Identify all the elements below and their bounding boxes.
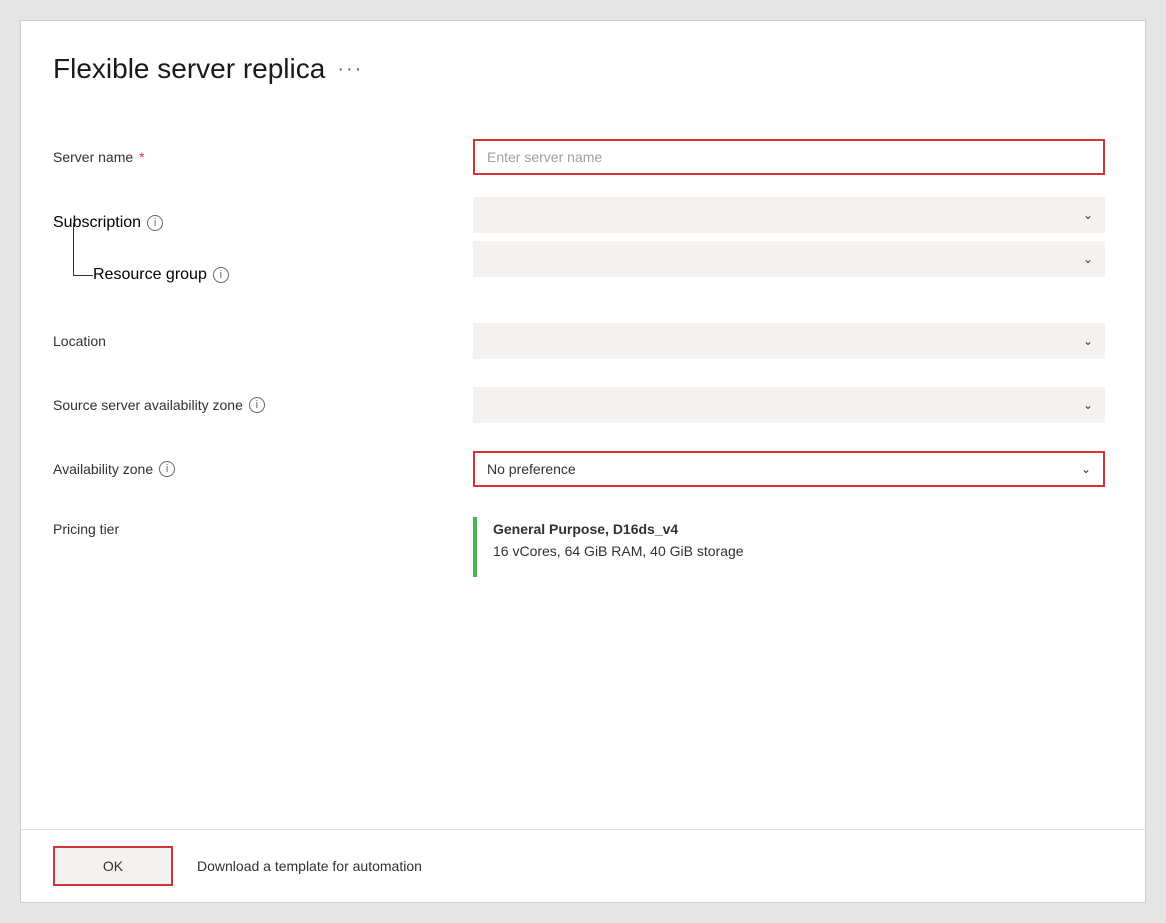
availability-zone-dropdown[interactable]: No preference ⌄ — [473, 451, 1105, 487]
dialog-content: Flexible server replica ··· Server name … — [21, 21, 1145, 829]
subscription-chevron-icon: ⌄ — [1083, 208, 1093, 222]
subscription-resource-group-controls: ⌄ ⌄ — [473, 197, 1105, 301]
dialog-title-row: Flexible server replica ··· — [53, 53, 1105, 85]
location-row: Location ⌄ — [53, 309, 1105, 373]
ok-button[interactable]: OK — [53, 846, 173, 886]
subscription-dropdown[interactable]: ⌄ — [473, 197, 1105, 233]
subscription-label-cell: Subscription i — [53, 197, 473, 249]
source-availability-zone-label: Source server availability zone i — [53, 397, 473, 413]
source-availability-zone-control: ⌄ — [473, 387, 1105, 423]
source-availability-zone-dropdown[interactable]: ⌄ — [473, 387, 1105, 423]
pricing-tier-control: General Purpose, D16ds_v4 16 vCores, 64 … — [473, 517, 1105, 577]
pricing-tier-content: General Purpose, D16ds_v4 16 vCores, 64 … — [473, 517, 1105, 577]
pricing-tier-label: Pricing tier — [53, 517, 473, 537]
location-dropdown[interactable]: ⌄ — [473, 323, 1105, 359]
subscription-resource-group-labels: Subscription i Resource group i — [53, 197, 473, 301]
dialog-title: Flexible server replica — [53, 53, 325, 85]
dialog-container: Flexible server replica ··· Server name … — [20, 20, 1146, 903]
form-area: Server name * Subscription i — [53, 125, 1105, 585]
resource-group-label-cell: Resource group i — [53, 249, 473, 301]
indent-horizontal-line — [73, 275, 93, 276]
dialog-footer: OK Download a template for automation — [21, 829, 1145, 902]
availability-zone-label: Availability zone i — [53, 461, 473, 477]
server-name-control — [473, 139, 1105, 175]
availability-zone-row: Availability zone i No preference ⌄ — [53, 437, 1105, 501]
pricing-tier-row: Pricing tier General Purpose, D16ds_v4 1… — [53, 501, 1105, 585]
download-template-link[interactable]: Download a template for automation — [197, 858, 422, 874]
resource-group-chevron-icon: ⌄ — [1083, 252, 1093, 266]
pricing-tier-title: General Purpose, D16ds_v4 — [493, 521, 744, 537]
resource-group-dropdown[interactable]: ⌄ — [473, 241, 1105, 277]
indent-vertical-line — [73, 223, 74, 275]
pricing-tier-details: 16 vCores, 64 GiB RAM, 40 GiB storage — [493, 543, 744, 559]
required-indicator: * — [139, 149, 144, 165]
subscription-resource-group-row: Subscription i Resource group i ⌄ — [53, 189, 1105, 309]
availability-zone-info-icon[interactable]: i — [159, 461, 175, 477]
resource-group-info-icon[interactable]: i — [213, 267, 229, 283]
source-availability-zone-row: Source server availability zone i ⌄ — [53, 373, 1105, 437]
location-control: ⌄ — [473, 323, 1105, 359]
pricing-tier-info: General Purpose, D16ds_v4 16 vCores, 64 … — [477, 517, 760, 577]
server-name-label: Server name * — [53, 149, 473, 165]
server-name-row: Server name * — [53, 125, 1105, 189]
subscription-info-icon[interactable]: i — [147, 215, 163, 231]
availability-zone-control: No preference ⌄ — [473, 451, 1105, 487]
source-availability-zone-info-icon[interactable]: i — [249, 397, 265, 413]
availability-zone-chevron-icon: ⌄ — [1081, 462, 1091, 476]
location-label: Location — [53, 333, 473, 349]
location-chevron-icon: ⌄ — [1083, 334, 1093, 348]
source-availability-zone-chevron-icon: ⌄ — [1083, 398, 1093, 412]
availability-zone-dropdown-text: No preference — [487, 461, 576, 477]
dialog-more-button[interactable]: ··· — [337, 58, 363, 81]
server-name-input[interactable] — [473, 139, 1105, 175]
